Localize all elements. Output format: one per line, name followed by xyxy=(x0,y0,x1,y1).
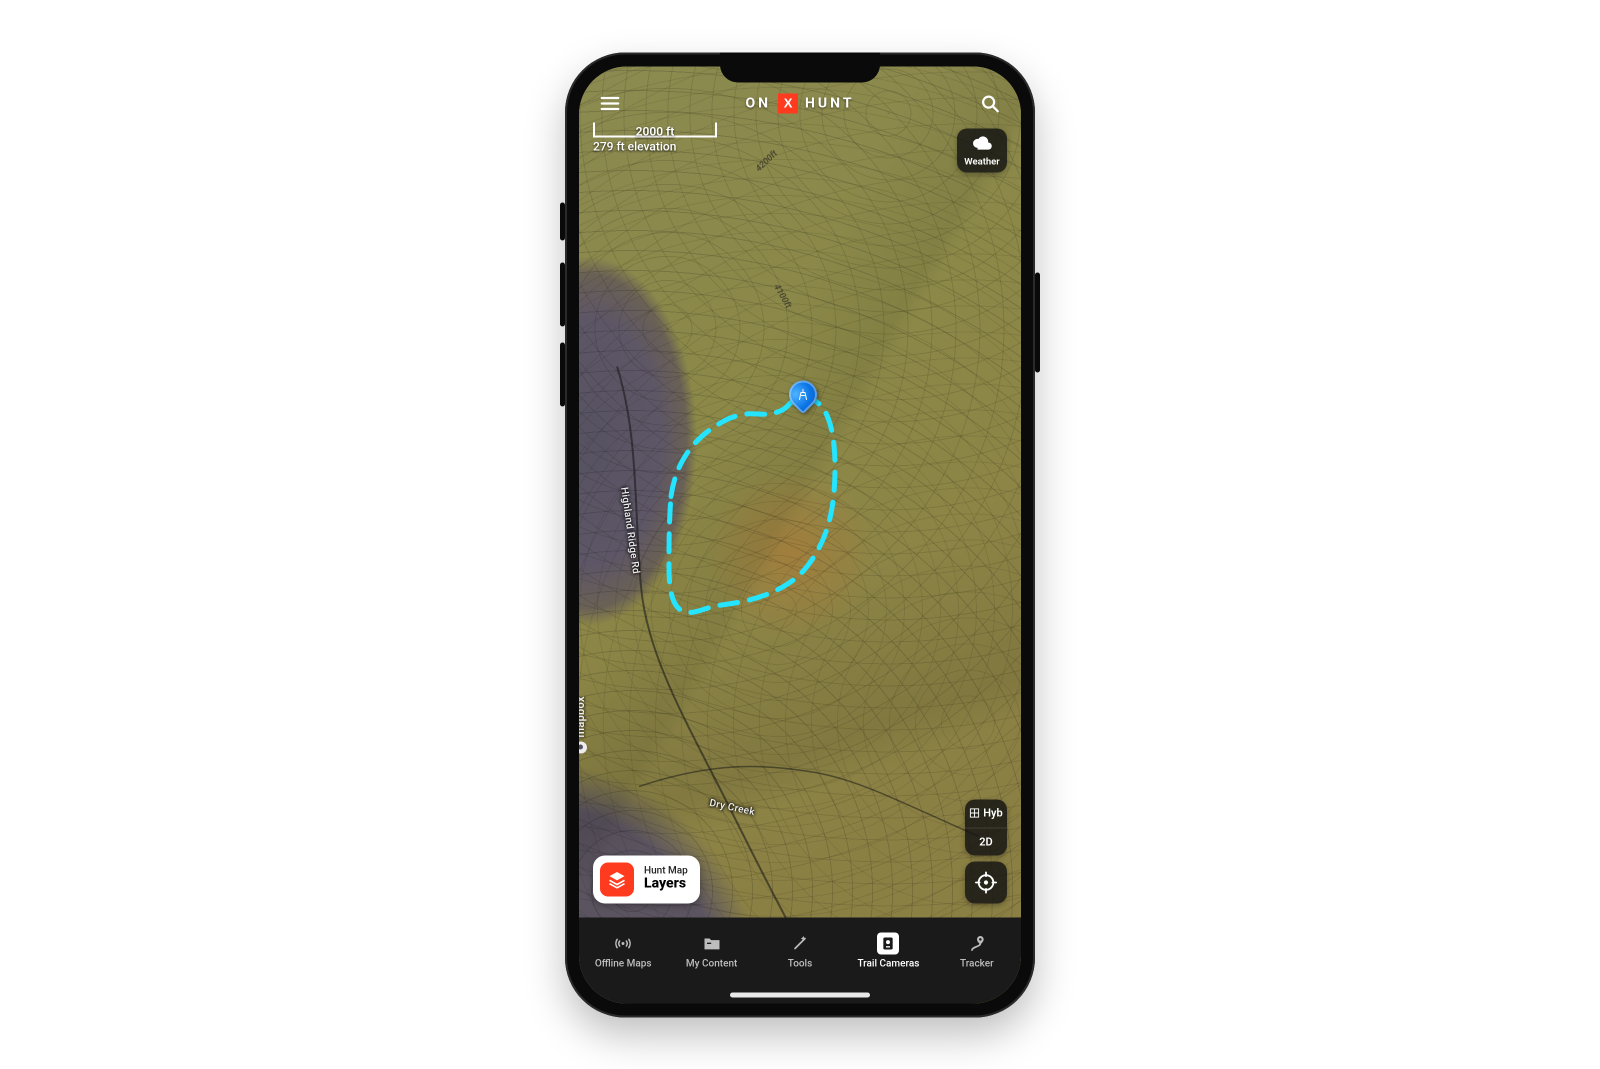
mapbox-attribution: mapbox xyxy=(579,696,587,753)
tab-tracker[interactable]: Tracker xyxy=(933,917,1021,985)
layers-title: Layers xyxy=(644,877,688,892)
tab-tools[interactable]: Tools xyxy=(756,917,844,985)
layers-button[interactable]: Hunt Map Layers xyxy=(593,855,700,903)
basemap-switcher: Hyb 2D xyxy=(965,799,1007,855)
brand-text-hunt: HUNT xyxy=(805,95,854,111)
cloud-icon xyxy=(971,134,993,150)
waypoint-pin[interactable] xyxy=(789,380,817,416)
tab-label: Tools xyxy=(788,959,812,970)
tab-trail-cameras[interactable]: Trail Cameras xyxy=(844,917,932,985)
map-grid-icon xyxy=(969,808,980,819)
app-screen: Highland Ridge Rd Dry Creek 4100ft 4200f… xyxy=(579,66,1021,1003)
basemap-2d-button[interactable]: 2D xyxy=(965,827,1007,855)
search-icon xyxy=(979,92,1001,114)
app-brand: ON X HUNT xyxy=(746,93,855,113)
tab-label: Tracker xyxy=(960,959,994,970)
scale-distance: 2000 ft xyxy=(636,124,675,138)
tab-label: Offline Maps xyxy=(595,959,652,970)
menu-button[interactable] xyxy=(595,88,625,118)
mapbox-text: mapbox xyxy=(579,696,587,737)
tab-offline-maps[interactable]: Offline Maps xyxy=(579,917,667,985)
tab-label: Trail Cameras xyxy=(857,959,919,970)
home-indicator[interactable] xyxy=(730,992,870,997)
weather-button[interactable]: Weather xyxy=(957,128,1007,172)
layers-icon xyxy=(600,862,634,896)
camera-icon xyxy=(877,933,899,955)
phone-frame: Highland Ridge Rd Dry Creek 4100ft 4200f… xyxy=(565,52,1035,1017)
folder-icon xyxy=(701,933,723,955)
search-button[interactable] xyxy=(975,88,1005,118)
scale-bar: 2000 ft xyxy=(593,122,717,137)
basemap-2d-label: 2D xyxy=(979,835,992,848)
crosshair-icon xyxy=(975,871,997,893)
treestand-icon xyxy=(797,388,809,400)
brand-text-on: ON xyxy=(746,95,772,111)
basemap-hybrid-button[interactable]: Hyb xyxy=(965,799,1007,827)
weather-label: Weather xyxy=(957,156,1007,167)
current-elevation: 279 ft elevation xyxy=(593,139,717,153)
bottom-tab-bar: Offline Maps My Content Tools xyxy=(579,917,1021,1003)
mapbox-logo-icon xyxy=(579,741,587,753)
tab-label: My Content xyxy=(686,959,737,970)
route-pin-icon xyxy=(966,933,988,955)
basemap-hybrid-label: Hyb xyxy=(983,807,1002,820)
tab-my-content[interactable]: My Content xyxy=(667,917,755,985)
brand-x-icon: X xyxy=(778,93,798,113)
broadcast-icon xyxy=(612,933,634,955)
hamburger-icon xyxy=(599,92,621,114)
locate-me-button[interactable] xyxy=(965,861,1007,903)
phone-notch xyxy=(720,52,880,82)
wand-icon xyxy=(789,933,811,955)
scale-elevation-readout: 2000 ft 279 ft elevation xyxy=(593,122,717,153)
